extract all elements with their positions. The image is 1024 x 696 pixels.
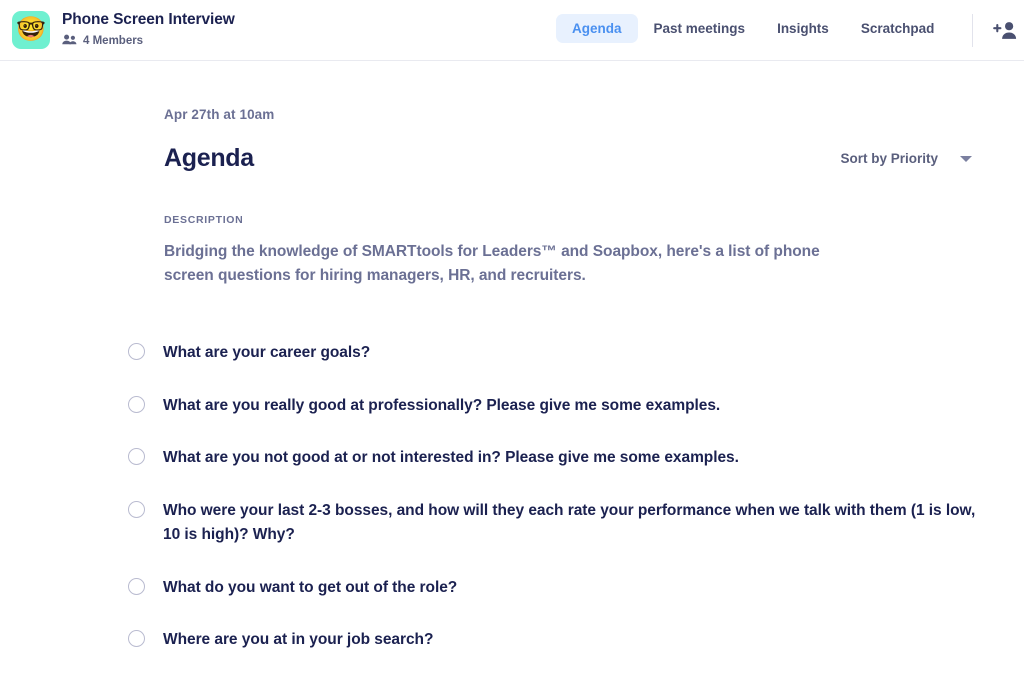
tab-insights[interactable]: Insights xyxy=(761,14,845,43)
list-item[interactable]: Where are you at in your job search? xyxy=(128,614,980,666)
sort-by-dropdown[interactable]: Sort by Priority xyxy=(840,151,980,166)
list-item[interactable]: What are your career goals? xyxy=(128,327,980,379)
tab-scratchpad[interactable]: Scratchpad xyxy=(845,14,951,43)
agenda-header-row: Agenda Sort by Priority xyxy=(164,144,980,173)
agenda-title: Agenda xyxy=(164,144,254,172)
agenda-item-checkbox[interactable] xyxy=(128,448,145,466)
workspace-text-block: Phone Screen Interview 4 Members xyxy=(62,11,235,50)
avatar: 🤓 xyxy=(12,11,50,49)
agenda-item-text: What do you want to get out of the role? xyxy=(163,578,458,596)
main-nav-tabs: Agenda Past meetings Insights Scratchpad xyxy=(556,14,950,43)
tab-past-meetings[interactable]: Past meetings xyxy=(638,14,762,43)
agenda-item-checkbox[interactable] xyxy=(128,577,145,595)
description-body: Bridging the knowledge of SMARTtools for… xyxy=(164,243,820,284)
agenda-page-content: Apr 27th at 10am Agenda Sort by Priority… xyxy=(0,107,1024,666)
agenda-item-text: What are your career goals? xyxy=(163,344,371,362)
agenda-item-checkbox[interactable] xyxy=(128,500,145,518)
list-item[interactable]: What do you want to get out of the role? xyxy=(128,562,980,614)
sort-by-label: Sort by Priority xyxy=(840,151,938,166)
agenda-item-text: Who were your last 2-3 bosses, and how w… xyxy=(163,501,976,544)
add-person-icon xyxy=(993,22,1017,45)
agenda-item-text: Where are you at in your job search? xyxy=(163,631,434,648)
list-item[interactable]: What are you not good at or not interest… xyxy=(128,432,980,484)
agenda-item-checkbox[interactable] xyxy=(128,630,145,647)
header-divider xyxy=(972,14,973,47)
members-count-label: 4 Members xyxy=(83,34,144,47)
chevron-down-icon xyxy=(960,155,972,162)
tab-agenda[interactable]: Agenda xyxy=(556,14,638,43)
description-label: DESCRIPTION xyxy=(164,214,244,226)
agenda-item-checkbox[interactable] xyxy=(128,395,145,413)
people-icon xyxy=(62,32,77,50)
workspace-brand: 🤓 Phone Screen Interview 4 Members xyxy=(0,11,235,50)
agenda-item-text: What are you not good at or not interest… xyxy=(163,449,739,467)
app-header: 🤓 Phone Screen Interview 4 Members Agend… xyxy=(0,0,1024,61)
agenda-item-text: What are you really good at professional… xyxy=(163,396,721,414)
list-item[interactable]: Who were your last 2-3 bosses, and how w… xyxy=(128,485,980,562)
agenda-item-list: What are your career goals? What are you… xyxy=(128,327,980,666)
list-item[interactable]: What are you really good at professional… xyxy=(128,380,980,432)
members-row[interactable]: 4 Members xyxy=(62,32,235,50)
add-person-button[interactable] xyxy=(993,20,1017,42)
page-title: Phone Screen Interview xyxy=(62,10,235,28)
meeting-date: Apr 27th at 10am xyxy=(164,107,275,122)
agenda-item-checkbox[interactable] xyxy=(128,343,145,361)
